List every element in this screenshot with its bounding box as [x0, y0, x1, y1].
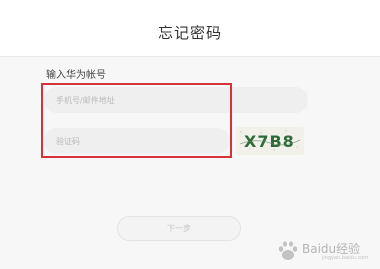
page-header: 忘记密码 — [0, 0, 380, 56]
page-title: 忘记密码 — [157, 24, 222, 42]
captcha-text: X7B8 — [244, 132, 295, 151]
baidu-paw-icon — [278, 241, 298, 260]
next-step-button[interactable]: 下一步 — [117, 216, 241, 241]
account-section-label: 输入华为帐号 — [46, 70, 106, 81]
red-highlight-box — [41, 83, 232, 158]
watermark-subtext: jingyan.baidu.com — [322, 255, 369, 261]
baidu-watermark: Baidu经验 jingyan.baidu.com — [276, 237, 376, 265]
captcha-image[interactable]: X7B8 — [236, 127, 304, 155]
